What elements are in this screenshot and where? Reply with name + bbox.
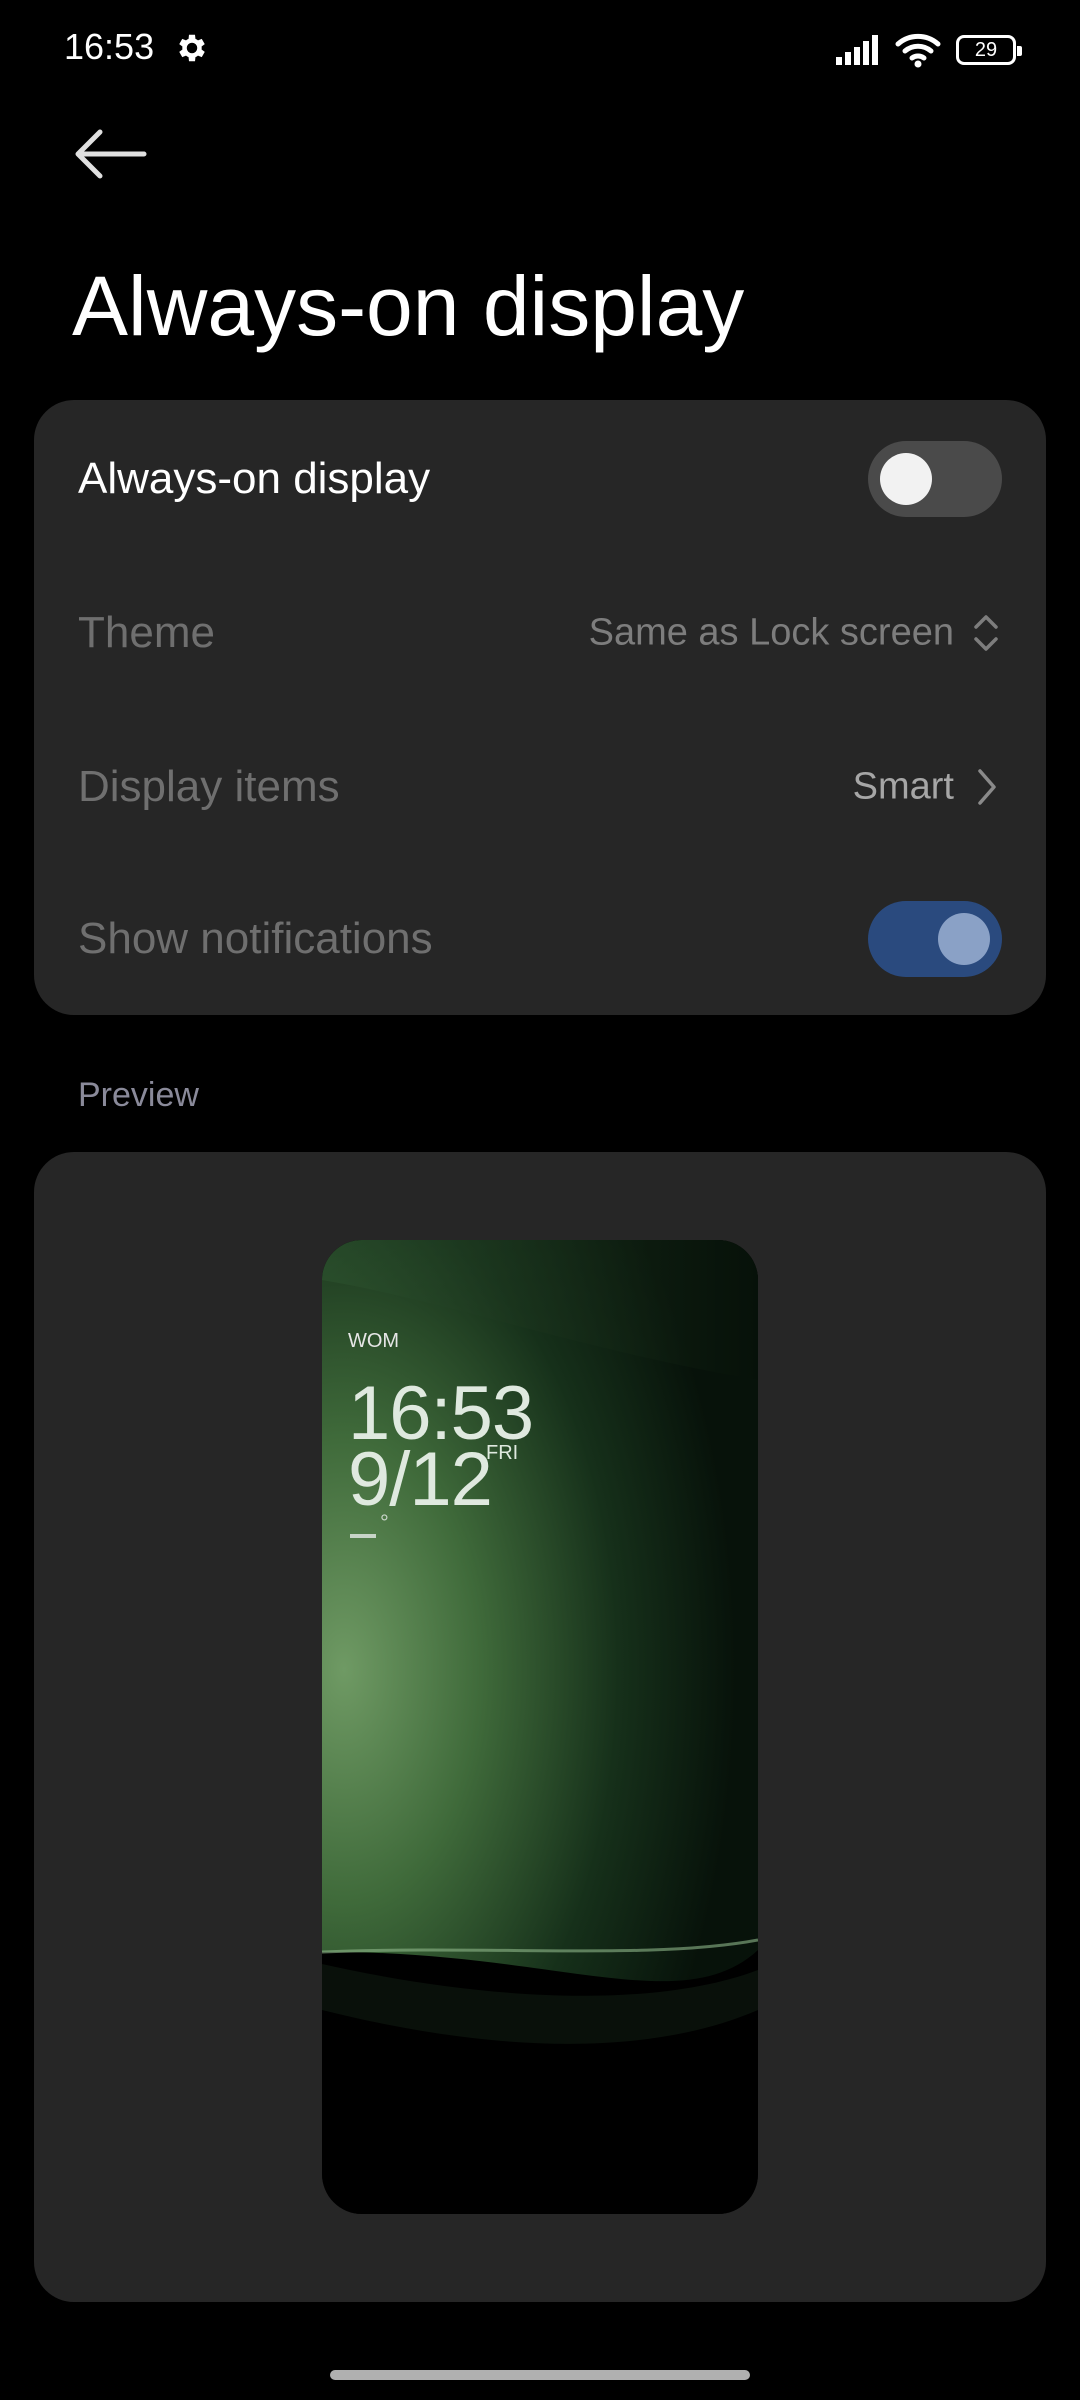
theme-row[interactable]: Theme Same as Lock screen — [34, 558, 1046, 708]
chevron-right-icon — [978, 769, 996, 805]
aod-toggle-row[interactable]: Always-on display — [34, 404, 1046, 554]
aod-preview-phone: WOM 16:53 9/12 FRI ° — [322, 1240, 758, 2214]
signal-icon — [836, 35, 878, 65]
theme-value: Same as Lock screen — [588, 611, 954, 654]
preview-section-label: Preview — [78, 1076, 199, 1114]
aod-toggle-label: Always-on display — [78, 454, 431, 503]
preview-card: WOM 16:53 9/12 FRI ° — [34, 1152, 1046, 2302]
aod-weather-degree: ° — [380, 1510, 389, 1535]
show-notifications-label: Show notifications — [78, 914, 433, 963]
toggle-knob — [880, 453, 932, 505]
show-notifications-switch[interactable] — [868, 901, 1002, 977]
back-arrow-icon[interactable] — [70, 124, 150, 184]
status-time: 16:53 — [64, 26, 155, 67]
status-icons: 29 — [836, 30, 1022, 70]
display-items-value: Smart — [852, 765, 954, 808]
up-down-chevron-icon — [974, 615, 998, 651]
page-title: Always-on display — [72, 259, 745, 353]
display-items-label: Display items — [78, 762, 340, 811]
wifi-icon — [895, 33, 941, 68]
aod-carrier: WOM — [348, 1330, 400, 1352]
toggle-knob — [938, 913, 990, 965]
gear-icon — [179, 34, 205, 62]
aod-date: 9/12 — [348, 1437, 493, 1522]
display-items-row[interactable]: Display items Smart — [34, 712, 1046, 862]
battery-level: 29 — [974, 38, 998, 61]
status-bar: 16:53 29 — [0, 0, 1080, 100]
show-notifications-row[interactable]: Show notifications — [34, 864, 1046, 1014]
aod-toggle-switch[interactable] — [868, 441, 1002, 517]
battery-icon: 29 — [956, 35, 1022, 65]
settings-card: Always-on display Theme Same as Lock scr… — [34, 400, 1046, 1015]
theme-label: Theme — [78, 608, 215, 657]
aod-weather-placeholder — [350, 1534, 376, 1538]
aod-settings-screen: 16:53 29 Always-on display Always-on dis… — [0, 0, 1080, 2400]
home-indicator[interactable] — [330, 2370, 750, 2380]
aod-day: FRI — [486, 1442, 519, 1464]
